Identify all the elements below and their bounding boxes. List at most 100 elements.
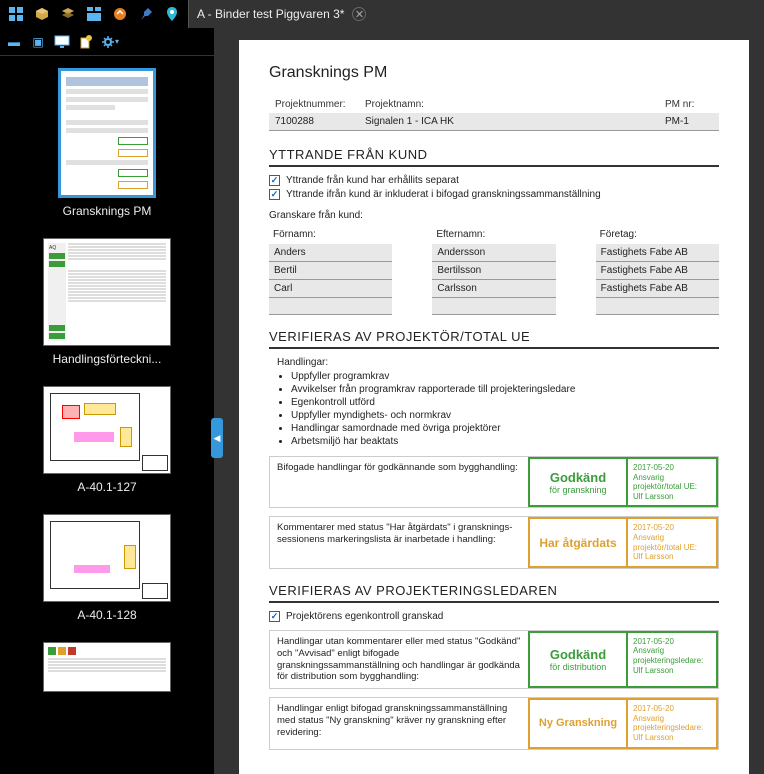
- orange-tool-icon[interactable]: [108, 2, 132, 26]
- thumbnail-preview: [43, 642, 171, 692]
- thumbnail-preview: [58, 68, 156, 198]
- sidebar-collapse-handle[interactable]: ◀: [211, 418, 223, 458]
- section-heading: VERIFIERAS AV PROJEKTERINGSLEDAREN: [269, 583, 719, 603]
- table-cell: Carlsson: [432, 280, 555, 298]
- meta-header-row: Projektnummer: Projektnamn: PM nr:: [269, 96, 719, 113]
- table-cell: Fastighets Fabe AB: [596, 280, 719, 298]
- stamp-sub: för granskning: [549, 485, 606, 495]
- approval-row: Handlingar utan kommentarer eller med st…: [269, 630, 719, 690]
- location-icon[interactable]: [160, 2, 184, 26]
- thumbnail-preview: [43, 386, 171, 474]
- stamp-name: Ulf Larsson: [633, 492, 711, 502]
- stamp-main: Godkänd: [550, 470, 606, 485]
- page-title: Gransknings PM: [269, 64, 719, 82]
- collapse-icon[interactable]: ▬: [4, 32, 24, 52]
- thumbnail-item[interactable]: AQ Handlingsförteckni...: [43, 238, 171, 366]
- stamp-name: Ulf Larsson: [633, 733, 711, 743]
- new-page-icon[interactable]: [76, 32, 96, 52]
- list-item: Egenkontroll utförd: [291, 396, 719, 409]
- pin-icon[interactable]: [134, 2, 158, 26]
- package-icon[interactable]: [30, 2, 54, 26]
- stamp-fixed: Har åtgärdats: [528, 517, 628, 567]
- thumbnail-label: Handlingsförteckni...: [53, 352, 162, 366]
- col-header: Förnamn:: [269, 227, 392, 242]
- stamp-meta: 2017-05-20 Ansvarig projekteringsledare:…: [628, 698, 718, 748]
- approval-text: Handlingar utan kommentarer eller med st…: [270, 631, 528, 689]
- section-heading: VERIFIERAS AV PROJEKTÖR/TOTAL UE: [269, 329, 719, 349]
- stamp-name: Ulf Larsson: [633, 666, 711, 676]
- layout-icon[interactable]: [82, 2, 106, 26]
- sub-label: Granskare från kund:: [269, 210, 719, 221]
- checkbox-icon[interactable]: ✓: [269, 175, 280, 186]
- table-cell: Andersson: [432, 244, 555, 262]
- bullet-list: Uppfyller programkrav Avvikelser från pr…: [269, 370, 719, 448]
- tab-title[interactable]: A - Binder test Piggvaren 3*: [197, 7, 344, 21]
- stamp-date: 2017-05-20: [633, 704, 711, 714]
- checkbox-label: Projektörens egenkontroll granskad: [286, 611, 443, 622]
- table-cell: Bertil: [269, 262, 392, 280]
- stamp-name: Ulf Larsson: [633, 552, 711, 562]
- list-item: Uppfyller programkrav: [291, 370, 719, 383]
- list-item: Arbetsmiljö har beaktats: [291, 435, 719, 448]
- table-cell: [269, 298, 392, 315]
- layers-icon[interactable]: [56, 2, 80, 26]
- main-toolbar: [0, 0, 188, 28]
- col-header: Företag:: [596, 227, 719, 242]
- table-cell: [432, 298, 555, 315]
- approval-row: Bifogade handlingar för godkännande som …: [269, 456, 719, 508]
- meta-data-row: 7100288 Signalen 1 - ICA HK PM-1: [269, 113, 719, 131]
- reviewer-table: Förnamn: Anders Bertil Carl Efternamn: A…: [269, 227, 719, 315]
- sidebar: ▬ ▣ ▾ Gransknings PM: [0, 28, 215, 774]
- sidebar-toolbar: ▬ ▣ ▾: [0, 28, 214, 56]
- stamp-sub: för distribution: [550, 662, 607, 672]
- tab-close-icon[interactable]: ✕: [352, 7, 366, 21]
- stamp-main: Har åtgärdats: [539, 536, 616, 550]
- meta-label: PM nr:: [659, 96, 719, 113]
- grid-icon[interactable]: [4, 2, 28, 26]
- stamp-role: Ansvarig projektör/total UE:: [633, 473, 711, 492]
- stamp-meta: 2017-05-20 Ansvarig projektör/total UE: …: [628, 517, 718, 567]
- thumbnail-item[interactable]: A-40.1-128: [43, 514, 171, 622]
- table-cell: Fastighets Fabe AB: [596, 262, 719, 280]
- thumbnail-label: A-40.1-127: [77, 480, 136, 494]
- table-cell: [596, 298, 719, 315]
- approval-text: Handlingar enligt bifogad granskningssam…: [270, 698, 528, 748]
- stamp-date: 2017-05-20: [633, 463, 711, 473]
- stamp-meta: 2017-05-20 Ansvarig projekteringsledare:…: [628, 631, 718, 689]
- list-item: Uppfyller myndighets- och normkrav: [291, 409, 719, 422]
- stamp-main: Ny Granskning: [539, 717, 617, 729]
- col-header: Efternamn:: [432, 227, 555, 242]
- thumbnail-item[interactable]: Gransknings PM: [58, 68, 156, 218]
- thumbnail-preview: AQ: [43, 238, 171, 346]
- stamp-role: Ansvarig projekteringsledare:: [633, 714, 711, 733]
- screen-icon[interactable]: [52, 32, 72, 52]
- expand-icon[interactable]: ▣: [28, 32, 48, 52]
- tab-bar: A - Binder test Piggvaren 3* ✕: [188, 0, 764, 28]
- meta-value: PM-1: [659, 113, 719, 130]
- table-cell: Fastighets Fabe AB: [596, 244, 719, 262]
- main-area: ▬ ▣ ▾ Gransknings PM: [0, 28, 764, 774]
- checkbox-label: Yttrande ifrån kund är inkluderat i bifo…: [286, 189, 601, 200]
- stamp-role: Ansvarig projektör/total UE:: [633, 533, 711, 552]
- thumbnail-preview: [43, 514, 171, 602]
- table-cell: Bertilsson: [432, 262, 555, 280]
- thumbnail-item[interactable]: [43, 642, 171, 692]
- table-cell: Carl: [269, 280, 392, 298]
- checkbox-icon[interactable]: ✓: [269, 189, 280, 200]
- checkbox-icon[interactable]: ✓: [269, 611, 280, 622]
- approval-row: Handlingar enligt bifogad granskningssam…: [269, 697, 719, 749]
- stamp-main: Godkänd: [550, 647, 606, 662]
- document-viewport[interactable]: Gransknings PM Projektnummer: Projektnam…: [215, 28, 764, 774]
- meta-label: Projektnamn:: [359, 96, 659, 113]
- list-label: Handlingar:: [277, 357, 719, 368]
- gear-icon[interactable]: ▾: [100, 32, 120, 52]
- thumbnail-item[interactable]: A-40.1-127: [43, 386, 171, 494]
- approval-text: Bifogade handlingar för godkännande som …: [270, 457, 528, 507]
- meta-value: Signalen 1 - ICA HK: [359, 113, 659, 130]
- stamp-date: 2017-05-20: [633, 637, 711, 647]
- list-item: Handlingar samordnade med övriga projekt…: [291, 422, 719, 435]
- checkbox-row: ✓ Yttrande ifrån kund är inkluderat i bi…: [269, 189, 719, 200]
- approval-text: Kommentarer med status "Har åtgärdats" i…: [270, 517, 528, 567]
- thumbnail-list: Gransknings PM AQ Handlingsförteckni...: [0, 56, 214, 774]
- stamp-role: Ansvarig projekteringsledare:: [633, 646, 711, 665]
